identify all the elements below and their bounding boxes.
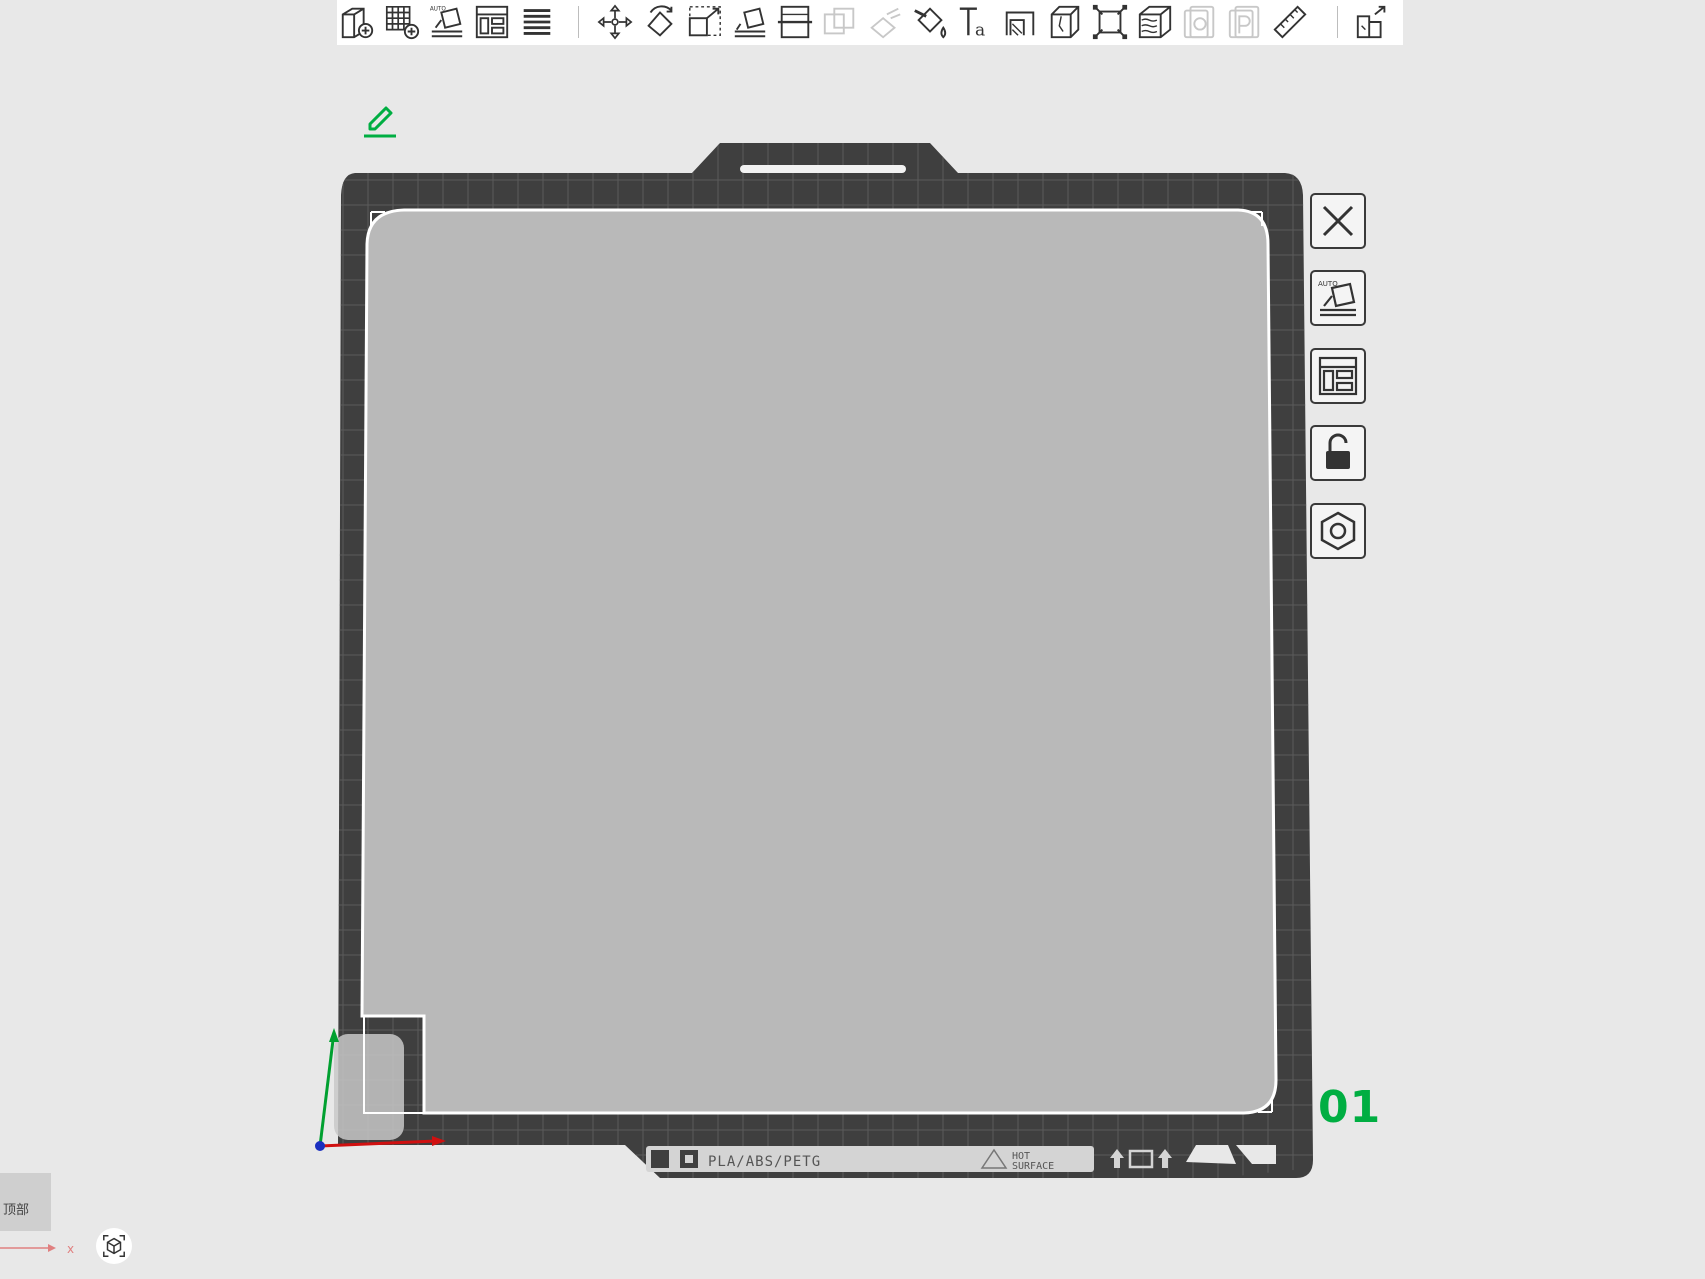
bed-handle [740,165,906,173]
view-cube[interactable]: 顶部 [0,1173,51,1231]
y-axis [318,1031,336,1147]
build-plate-viewport[interactable]: PLA/ABS/PETG HOT SURFACE [0,0,1705,1279]
printable-area [360,208,1278,1115]
lock-plate-button[interactable] [1310,425,1366,481]
close-plate-button[interactable] [1310,193,1366,249]
arrange-plate-button[interactable] [1310,348,1366,404]
reset-view-icon [103,1235,125,1257]
plate-settings-icon [1320,511,1356,551]
mini-axis-indicator: x [0,1242,74,1256]
mini-axis-x-label: x [67,1242,74,1256]
plate-settings-button[interactable] [1310,503,1366,559]
view-cube-label: 顶部 [3,1202,30,1217]
bed-logo-icon [651,1150,669,1168]
z-axis-origin [315,1141,325,1151]
unlock-icon [1326,433,1350,469]
hot-label-line2: SURFACE [1012,1161,1054,1172]
auto-orient-plate-button[interactable]: AUTO [1310,270,1366,326]
close-plate-icon [1322,205,1354,237]
excluded-region [334,1034,404,1140]
arrange-plate-icon [1318,356,1358,396]
reset-view-button[interactable] [96,1228,132,1264]
plate-number: 01 [1318,1082,1382,1133]
material-label: PLA/ABS/PETG [708,1154,821,1170]
auto-orient-plate-icon: AUTO [1318,280,1356,317]
